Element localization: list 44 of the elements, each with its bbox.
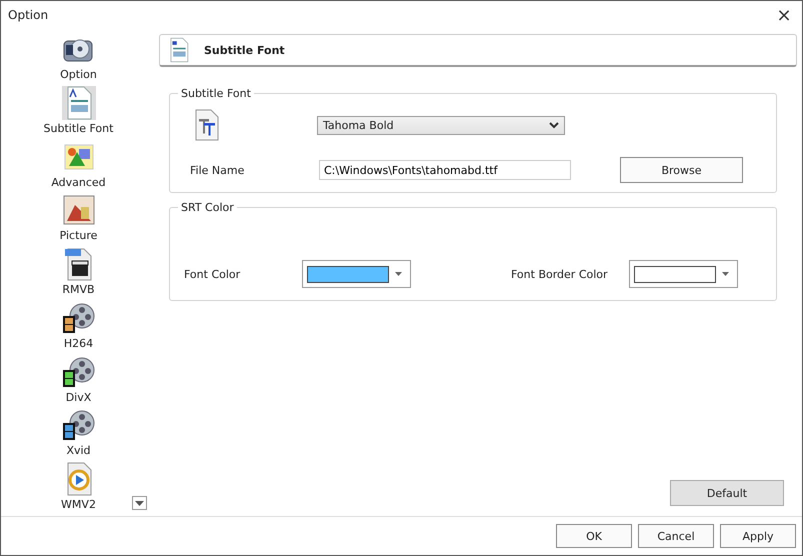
- sidebar-item-label[interactable]: Xvid: [66, 444, 91, 458]
- sidebar-item-icon-tile[interactable]: [62, 193, 96, 228]
- document-icon: [168, 36, 190, 64]
- film-reel-icon: [62, 356, 96, 388]
- sidebar-item-icon-tile[interactable]: [62, 86, 96, 120]
- clapperboard-icon: [64, 247, 94, 282]
- film-reel-icon: [62, 409, 96, 442]
- sidebar-item-label[interactable]: Subtitle Font: [44, 122, 114, 135]
- picture-icon: [62, 195, 94, 226]
- group-legend: SRT Color: [178, 201, 237, 214]
- caret-down-icon: [395, 272, 402, 276]
- sidebar-item-icon-tile[interactable]: [62, 408, 96, 442]
- color-picker[interactable]: [302, 260, 411, 288]
- dialog-button[interactable]: Apply: [720, 524, 796, 548]
- sidebar-item-label[interactable]: RMVB: [62, 283, 95, 296]
- dialog-button[interactable]: Cancel: [638, 524, 714, 548]
- color-label: Font Color: [184, 268, 242, 280]
- sidebar-item-label[interactable]: Picture: [60, 229, 98, 242]
- file-name-field[interactable]: C:\Windows\Fonts\tahomabd.ttf: [319, 160, 571, 180]
- color-label: Font Border Color: [511, 268, 609, 280]
- caret-down-icon: [135, 500, 144, 506]
- dialog-button[interactable]: OK: [556, 524, 632, 548]
- chevron-down-icon: [549, 122, 559, 128]
- caret-down-icon: [722, 272, 729, 276]
- film-reel-icon: [62, 302, 96, 334]
- sidebar-item-icon-tile[interactable]: [62, 300, 96, 335]
- sidebar-item-label[interactable]: DivX: [66, 390, 92, 404]
- page-title: Subtitle Font: [204, 44, 285, 56]
- browse-button[interactable]: Browse: [620, 157, 743, 183]
- sidebar-item-icon-tile[interactable]: [62, 354, 96, 389]
- file-name-label: File Name: [189, 164, 246, 176]
- color-picker[interactable]: [629, 260, 738, 288]
- sidebar-item-label[interactable]: Advanced: [51, 176, 106, 189]
- sidebar-item-label[interactable]: H264: [64, 336, 94, 350]
- default-button[interactable]: Default: [670, 480, 784, 506]
- scroll-down-button[interactable]: [132, 496, 147, 510]
- landscape-icon: [64, 144, 94, 170]
- font-select[interactable]: Tahoma Bold: [317, 116, 565, 134]
- sidebar-item-label[interactable]: Option: [60, 68, 97, 81]
- close-button[interactable]: ×: [766, 1, 802, 29]
- group-legend: Subtitle Font: [178, 87, 254, 100]
- window-title: Option: [8, 8, 48, 22]
- font-file-icon: [194, 109, 220, 141]
- sidebar-item-label[interactable]: WMV2: [61, 498, 96, 512]
